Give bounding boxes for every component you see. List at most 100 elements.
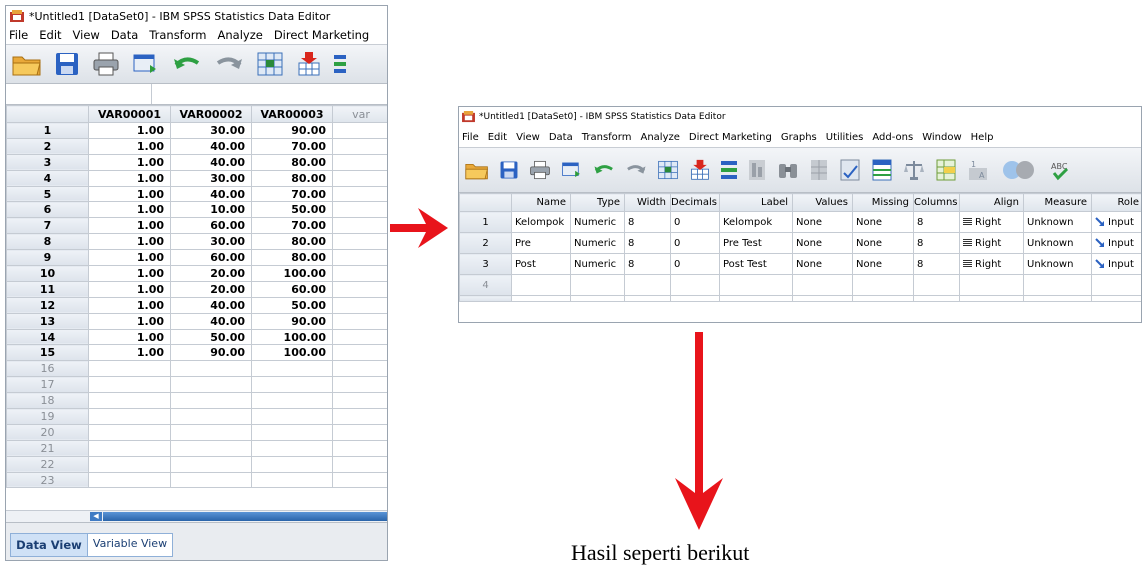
column-header-label[interactable]: Label [719,193,793,212]
run-descriptives-icon[interactable] [747,158,767,182]
data-cell[interactable] [332,185,387,203]
variable-cell[interactable]: 8 [913,232,960,254]
row-number[interactable]: 10 [6,265,89,282]
menu-item-data[interactable]: Data [549,132,573,143]
data-cell[interactable] [170,360,252,378]
split-file-icon[interactable] [871,158,893,182]
variable-cell[interactable]: Unknown [1023,253,1092,275]
data-cell[interactable] [332,265,387,282]
row-number[interactable]: 9 [6,249,89,267]
variable-cell[interactable]: 8 [624,232,671,254]
variable-cell[interactable]: Input [1091,253,1141,275]
menu-item-window[interactable]: Window [922,132,961,143]
row-number[interactable]: 17 [6,376,89,394]
variable-cell[interactable] [670,295,720,302]
recall-dialog-icon[interactable] [561,158,583,182]
data-cell[interactable]: 70.00 [251,217,333,235]
column-header-missing[interactable]: Missing [852,193,914,212]
menu-item-analyze[interactable]: Analyze [218,28,263,42]
data-cell[interactable] [170,376,252,394]
menu-item-transform[interactable]: Transform [149,28,206,42]
data-cell[interactable] [251,376,333,394]
menu-item-graphs[interactable]: Graphs [781,132,817,143]
variable-cell[interactable]: None [852,232,914,254]
horizontal-scrollbar[interactable]: ◀ [6,510,387,522]
variables-icon[interactable] [334,51,346,77]
open-folder-icon[interactable] [465,158,489,182]
data-cell[interactable] [88,471,171,489]
data-cell[interactable] [170,408,252,425]
data-cell[interactable]: 1.00 [88,201,171,219]
variable-cell[interactable]: Post Test [719,253,793,275]
undo-icon[interactable] [172,53,202,75]
variable-cell[interactable]: Numeric [570,232,625,254]
data-cell[interactable]: 1.00 [88,169,171,187]
variable-cell[interactable] [719,295,793,302]
variable-cell[interactable] [1091,274,1141,296]
data-cell[interactable] [88,392,171,410]
menu-item-direct-marketing[interactable]: Direct Marketing [274,28,369,42]
variable-cell[interactable] [1091,295,1141,302]
menu-item-add-ons[interactable]: Add-ons [872,132,913,143]
menu-item-view[interactable]: View [73,28,100,42]
row-number[interactable]: 21 [6,439,89,457]
row-number[interactable]: 19 [6,408,89,425]
data-cell[interactable]: 50.00 [170,328,252,346]
variable-cell[interactable] [792,295,853,302]
variable-cell[interactable]: Right [959,253,1024,275]
data-cell[interactable] [332,439,387,457]
variable-cell[interactable] [511,274,571,296]
data-cell[interactable]: 40.00 [170,137,252,155]
data-cell[interactable] [251,392,333,410]
variable-cell[interactable]: None [852,253,914,275]
data-cell[interactable]: 1.00 [88,122,171,139]
variable-cell[interactable]: None [792,253,853,275]
data-cell[interactable]: 90.00 [170,344,252,362]
data-cell[interactable]: 90.00 [251,312,333,330]
row-number[interactable]: 16 [6,360,89,378]
column-header-name[interactable]: Name [511,193,571,212]
variable-cell[interactable]: Kelompok [719,211,793,233]
data-cell[interactable] [170,392,252,410]
variable-cell[interactable]: 0 [670,232,720,254]
data-cell[interactable] [251,471,333,489]
data-cell[interactable]: 1.00 [88,344,171,362]
go-to-variable-icon[interactable] [296,51,322,77]
column-header-var00001[interactable]: VAR00001 [88,105,171,123]
data-cell[interactable] [251,408,333,425]
redo-icon[interactable] [625,161,647,179]
row-number[interactable]: 3 [6,153,89,171]
row-number[interactable]: 20 [6,423,89,441]
spell-check-icon[interactable]: ABC [1049,158,1071,182]
variable-cell[interactable] [570,295,625,302]
variable-cell[interactable]: None [792,211,853,233]
data-cell[interactable]: 1.00 [88,153,171,171]
variable-cell[interactable] [913,274,960,296]
select-cases-icon[interactable] [935,158,957,182]
variable-cell[interactable] [1023,274,1092,296]
data-cell[interactable]: 1.00 [88,296,171,314]
data-cell[interactable]: 1.00 [88,312,171,330]
row-number[interactable]: 23 [6,471,89,489]
variable-cell[interactable]: Right [959,232,1024,254]
find-binoculars-icon[interactable] [777,158,799,182]
variable-cell[interactable] [792,274,853,296]
row-number[interactable]: 18 [6,392,89,410]
data-cell[interactable] [332,423,387,441]
data-cell[interactable] [332,201,387,219]
data-cell[interactable]: 80.00 [251,153,333,171]
data-cell[interactable] [332,392,387,410]
row-number[interactable]: 3 [459,253,512,275]
variable-cell[interactable]: Numeric [570,253,625,275]
open-folder-icon[interactable] [12,51,42,77]
data-cell[interactable] [170,439,252,457]
row-number[interactable]: 14 [6,328,89,346]
data-cell[interactable]: 1.00 [88,249,171,267]
variable-cell[interactable] [624,295,671,302]
variable-cell[interactable]: 8 [624,211,671,233]
data-cell[interactable]: 1.00 [88,217,171,235]
data-cell[interactable] [251,439,333,457]
data-cell[interactable] [251,360,333,378]
variable-cell[interactable]: Pre [511,232,571,254]
data-cell[interactable] [332,312,387,330]
